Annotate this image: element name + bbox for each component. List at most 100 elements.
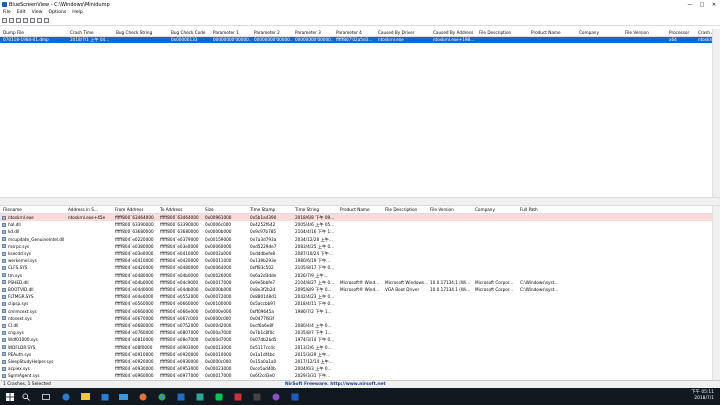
col-crash-time[interactable]: Crash Time [70, 29, 114, 36]
menu-file[interactable]: File [0, 9, 14, 16]
col-from-address[interactable]: From Address [115, 206, 157, 213]
cell-from-address: fffff804`e0380000 [115, 243, 154, 249]
table-row[interactable]: FLTMGR.SYS fffff804`e04e0000 fffff804`e055… [0, 293, 713, 300]
cell-time-string: 2095/8/9 下午 0... [295, 287, 332, 292]
table-row[interactable]: cng.sys fffff804`e0760000 fffff804`e080700… [0, 329, 713, 336]
col-address-in-stack[interactable]: Address In S... [68, 206, 110, 213]
menu-help[interactable]: Help [69, 9, 85, 16]
bluescreenview-taskbar-icon[interactable] [289, 391, 300, 402]
table-row[interactable]: 070118-1984-01.dmp 2018/7/1 上午 04... 0x0… [0, 37, 713, 43]
menu-options[interactable]: Options [46, 9, 70, 16]
col-caused-by-address[interactable]: Caused By Address [433, 29, 477, 36]
table-row[interactable]: hal.dll fffff800`63390000 fffff800`6339000… [0, 221, 713, 228]
find-icon[interactable] [37, 18, 42, 23]
search-icon[interactable] [20, 391, 31, 402]
cell-time-stamp: 0x7a3d793a [250, 236, 277, 242]
edge-browser-icon[interactable] [60, 391, 71, 402]
table-row[interactable]: ntosext.sys fffff804`e0670000 fffff804`e06… [0, 315, 713, 322]
line-messenger-icon[interactable] [213, 391, 224, 402]
col-product-name[interactable]: Product Name [531, 29, 575, 36]
minimize-button[interactable]: — [684, 0, 696, 9]
table-row[interactable]: CLFS.SYS fffff804`e0420000 fffff804`e04800… [0, 264, 713, 271]
col-company[interactable]: Company [475, 206, 517, 213]
table-row[interactable]: acpiex.sys fffff804`e0930000 fffff804`e095… [0, 365, 713, 372]
table-row[interactable]: PSHED.dll fffff804`e04b0000 fffff804`e04c9… [0, 279, 713, 286]
system-clock[interactable]: 下午 05:11 2018/7/1 [691, 390, 714, 402]
col-caused-by-driver[interactable]: Caused By Driver [378, 29, 426, 36]
app-icon-dark[interactable] [251, 391, 262, 402]
refresh-icon[interactable] [30, 18, 35, 23]
col-file-version[interactable]: File Version [625, 29, 665, 36]
col-bug-check-code[interactable]: Bug Check Code [171, 29, 211, 36]
col-time-stamp[interactable]: Time Stamp [250, 206, 292, 213]
menu-edit[interactable]: Edit [14, 9, 29, 16]
app-icon-orange[interactable] [137, 391, 148, 402]
windows-start-icon[interactable] [4, 391, 15, 402]
cell-time-string: 2083/4/25 上午 0... [295, 243, 335, 249]
col-full-path[interactable]: Full Path [520, 206, 580, 213]
table-row[interactable]: BOOTVID.dll fffff804`e04d0000 fffff804`e04… [0, 286, 713, 293]
save-icon[interactable] [9, 18, 14, 23]
app-icon [2, 2, 7, 7]
table-row[interactable]: ksecdd.sys fffff804`e03e0000 fffff804`e041… [0, 250, 713, 257]
col-time-string[interactable]: Time String [295, 206, 337, 213]
table-row[interactable]: SleepStudyHelper.sys fffff804`e0920000 fff… [0, 358, 713, 365]
table-row[interactable]: mcupdate_GenuineIntel.dll fffff804`e02200… [0, 236, 713, 243]
task-view-icon[interactable] [40, 391, 51, 402]
col-processor[interactable]: Processor [669, 29, 695, 36]
col-company[interactable]: Company [579, 29, 623, 36]
cell-product-name: Microsoft® Wind... [340, 279, 380, 285]
col-file-description[interactable]: File Description [385, 206, 427, 213]
file-explorer-icon[interactable] [80, 391, 91, 402]
copy-icon[interactable] [16, 18, 21, 23]
col-size[interactable]: Size [205, 206, 247, 213]
app-icon-purple[interactable] [270, 391, 281, 402]
table-row[interactable]: werkernel.sys fffff804`e0410000 fffff804`e… [0, 257, 713, 264]
table-row[interactable]: tm.sys fffff804`e0480000 fffff804`e04b0000… [0, 272, 713, 279]
app-icon-teal[interactable] [194, 391, 205, 402]
exit-icon[interactable] [44, 18, 49, 23]
cell-size: 0x000d7000 [205, 337, 232, 343]
store-icon[interactable] [99, 391, 110, 402]
table-row[interactable]: msrpc.sys fffff804`e0380000 fffff804`e03e0… [0, 243, 713, 250]
col-parameter-2[interactable]: Parameter 2 [254, 29, 292, 36]
table-row[interactable]: kd.dll fffff800`63680000 fffff800`63680000… [0, 228, 713, 235]
driver-file-icon [2, 280, 6, 285]
pane-splitter[interactable] [0, 197, 720, 206]
col-parameter-1[interactable]: Parameter 1 [213, 29, 251, 36]
table-row[interactable]: SgrmAgent.sys fffff804`e0960000 fffff804`e… [0, 372, 713, 379]
table-row[interactable]: WDFLDR.SYS fffff804`e08f0000 fffff804`e090… [0, 344, 713, 351]
driver-file-icon [2, 273, 6, 278]
cell-time-stamp: 0x1a1df4bc [250, 351, 275, 357]
driver-file-icon [2, 359, 6, 364]
col-product-name[interactable]: Product Name [340, 206, 382, 213]
table-row[interactable]: PEAuth.sys fffff804`e0910000 fffff804`e092… [0, 351, 713, 358]
menu-view[interactable]: View [29, 9, 46, 16]
cell-from-address: fffff804`e0420000 [115, 265, 154, 271]
table-row[interactable]: ntoskrnl.exe ntoskrnl.exe+45e fffff800`634… [0, 214, 713, 222]
col-filename[interactable]: Filename [3, 206, 65, 213]
app-icon-red[interactable] [232, 391, 243, 402]
close-button[interactable]: ✕ [708, 0, 720, 9]
col-parameter-4[interactable]: Parameter 4 [336, 29, 374, 36]
app-icon-blue[interactable] [175, 391, 186, 402]
cell-from-address: fffff804`e0930000 [115, 366, 154, 372]
table-row[interactable]: CI.dll fffff804`e0680000 fffff804`e0752000… [0, 322, 713, 329]
table-row[interactable]: cmimcext.sys fffff804`e0660000 fffff804`e0… [0, 308, 713, 315]
lower-scrollbar[interactable] [712, 206, 720, 380]
col-file-description[interactable]: File Description [479, 29, 527, 36]
html-report-icon[interactable] [23, 18, 28, 23]
col-to-address[interactable]: To Address [160, 206, 202, 213]
col-dump-file[interactable]: Dump File [3, 29, 67, 36]
maximize-button[interactable]: □ [696, 0, 708, 9]
col-parameter-3[interactable]: Parameter 3 [295, 29, 333, 36]
cell-from-address: fffff804`e04d0000 [115, 287, 154, 292]
col-file-version[interactable]: File Version [430, 206, 472, 213]
upper-scrollbar[interactable] [712, 29, 720, 197]
mail-icon[interactable] [118, 391, 129, 402]
table-row[interactable]: clipsp.sys fffff804`e0560000 fffff804`e066… [0, 300, 713, 307]
chrome-icon[interactable] [156, 391, 167, 402]
properties-icon[interactable] [2, 18, 7, 23]
col-bug-check-string[interactable]: Bug Check String [116, 29, 168, 36]
table-row[interactable]: Wdf01000.sys fffff804`e0810000 fffff804`e0… [0, 336, 713, 343]
